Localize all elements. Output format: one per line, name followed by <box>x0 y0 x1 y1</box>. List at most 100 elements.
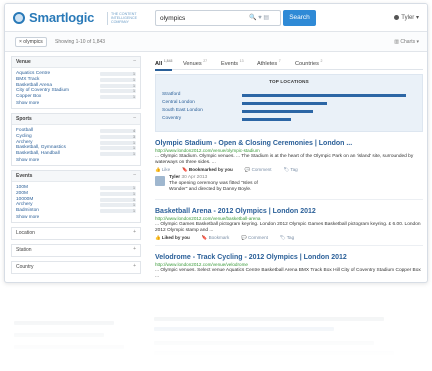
tag-icon: 🏷 <box>279 235 286 240</box>
location-row[interactable]: Stratford <box>162 92 416 98</box>
facet-title: Sports <box>16 115 32 122</box>
top-locations-title: TOP LOCATIONS <box>269 79 309 84</box>
facet-country[interactable]: Country + <box>11 260 141 274</box>
results-main: All 1,843 Venues 27 Events 13 Athletes 7 Cou… <box>155 56 423 282</box>
show-more-link[interactable]: Show more <box>16 157 136 163</box>
action-like[interactable]: 👍Like <box>155 167 176 172</box>
facet-item-label: 100M <box>16 184 28 190</box>
search-result: Olympic Stadium - Open & Closing Ceremon… <box>155 139 423 200</box>
tab-countries[interactable]: Countries 2 <box>295 59 322 67</box>
tab-events[interactable]: Events 13 <box>221 59 244 67</box>
results-count: Showing 1-10 of 1,843 <box>55 39 106 45</box>
expand-icon[interactable]: + <box>133 229 136 235</box>
facet-header[interactable]: Sports – <box>12 113 140 125</box>
facet-item-count: 1 <box>100 209 136 214</box>
action-tag[interactable]: 🏷Tag <box>283 167 303 172</box>
logo-tagline: THE CONTENT INTELLIGENCE COMPANY <box>107 12 151 25</box>
result-divider <box>155 245 423 246</box>
action-label: Tag <box>290 167 298 172</box>
action-comment[interactable]: 💬Comment <box>245 167 278 172</box>
comment-date: 30 Apr 2013 <box>181 175 208 180</box>
search-options-icons[interactable]: 🔍 ♥ ▤ <box>249 14 269 21</box>
result-tabs: All 1,843 Venues 27 Events 13 Athletes 7 Cou… <box>155 56 423 71</box>
tab-venues[interactable]: Venues 27 <box>183 59 207 67</box>
facet-item[interactable]: Basketball, Handball 1 <box>16 151 136 157</box>
facet-item-label: 200M <box>16 190 28 196</box>
action-tag[interactable]: 🏷Tag <box>280 235 300 240</box>
facet-item-count: 1 <box>100 191 136 196</box>
show-more-link[interactable]: Show more <box>16 214 136 220</box>
action-label: Bookmarked by you <box>188 167 233 172</box>
app-window: Smartlogic THE CONTENT INTELLIGENCE COMP… <box>4 3 428 283</box>
action-bookmarked-by-you[interactable]: 🔖Bookmarked by you <box>182 167 239 172</box>
location-bar <box>242 117 292 121</box>
action-bookmark[interactable]: 🔖Bookmark <box>202 235 235 240</box>
facet-title: Country <box>16 263 34 270</box>
tab-all[interactable]: All 1,843 <box>155 59 173 71</box>
user-icon <box>394 15 400 20</box>
facet-item-label: Archery <box>16 139 33 145</box>
user-name: Tyler <box>401 15 415 21</box>
facet-item[interactable]: Copper Box 1 <box>16 94 136 100</box>
facet-item[interactable]: Badminton 1 <box>16 208 136 214</box>
result-actions: 👍Like 🔖Bookmarked by you 💬Comment 🏷Tag <box>155 166 423 173</box>
action-liked-by-you[interactable]: 👍Liked by you <box>155 235 196 240</box>
show-more-link[interactable]: Show more <box>16 100 136 106</box>
facet-item-label: BMX Track <box>16 76 40 82</box>
result-title-link[interactable]: Basketball Arena - 2012 Olympics | Londo… <box>155 207 423 216</box>
facet-title: Station <box>16 246 32 253</box>
top-locations-chart: TOP LOCATIONS Stratford Central London Sou… <box>155 74 423 132</box>
location-bar <box>242 101 328 105</box>
tab-count: 13 <box>239 59 244 63</box>
expand-icon[interactable]: + <box>133 246 136 252</box>
charts-toggle[interactable]: ▥ Charts ▾ <box>394 39 419 45</box>
facet-header[interactable]: Events – <box>12 170 140 182</box>
facet-item-label: Badminton <box>16 208 39 214</box>
tab-count: 2 <box>320 59 323 63</box>
location-row[interactable]: Coventry <box>162 116 416 122</box>
facet-item-label: 10000M <box>16 196 34 202</box>
facet-item-label: Archery <box>16 202 33 208</box>
charts-label: Charts <box>400 39 416 45</box>
search-button[interactable]: Search <box>283 10 316 26</box>
result-title-link[interactable]: Olympic Stadium - Open & Closing Ceremon… <box>155 139 423 148</box>
facet-header[interactable]: Location + <box>12 227 140 239</box>
result-title-link[interactable]: Velodrome - Track Cycling - 2012 Olympic… <box>155 253 423 262</box>
facet-item-label: Cycling <box>16 133 32 139</box>
facet-header[interactable]: Country + <box>12 261 140 273</box>
filter-chip-olympics[interactable]: × olympics <box>15 37 47 47</box>
tab-athletes[interactable]: Athletes 7 <box>257 59 281 67</box>
facet-item-count: 1 <box>100 197 136 202</box>
collapse-icon[interactable]: – <box>133 172 136 178</box>
facet-events: Events – 100M 1 200M 1 10000M 1 Archery 1 Badmint… <box>11 169 141 223</box>
facet-item-count: 1 <box>100 72 136 76</box>
like-icon: 👍 <box>155 167 161 172</box>
expand-icon[interactable]: + <box>133 263 136 269</box>
facet-header[interactable]: Station + <box>12 244 140 256</box>
facet-item-count: 1 <box>100 83 136 88</box>
collapse-icon[interactable]: – <box>133 115 136 121</box>
location-row[interactable]: South East London <box>162 108 416 114</box>
location-row[interactable]: Central London <box>162 100 416 106</box>
comment-user[interactable]: Tyler <box>169 175 180 180</box>
action-label: Liked by you <box>161 235 190 240</box>
location-label: Central London <box>162 100 195 105</box>
action-label: Bookmark <box>208 235 230 240</box>
location-label: South East London <box>162 108 203 113</box>
search-result: Velodrome - Track Cycling - 2012 Olympic… <box>155 253 423 282</box>
action-label: Comment <box>247 235 268 240</box>
facet-header[interactable]: Venue – <box>12 57 140 68</box>
collapse-icon[interactable]: – <box>133 58 136 64</box>
tab-count: 1,843 <box>163 59 173 63</box>
user-menu[interactable]: Tyler ▾ <box>394 14 419 21</box>
facet-title: Venue <box>16 59 31 65</box>
facet-location[interactable]: Location + <box>11 226 141 240</box>
facet-item-count: 1 <box>100 185 136 190</box>
facet-item-label: Copper Box <box>16 94 42 100</box>
comment-icon: 💬 <box>241 235 247 240</box>
facet-item-label: City of Coventry Stadium <box>16 88 70 94</box>
logo-text[interactable]: Smartlogic <box>29 10 94 25</box>
facet-item-count: 1 <box>100 146 136 151</box>
action-comment[interactable]: 💬Comment <box>241 235 274 240</box>
facet-station[interactable]: Station + <box>11 243 141 257</box>
